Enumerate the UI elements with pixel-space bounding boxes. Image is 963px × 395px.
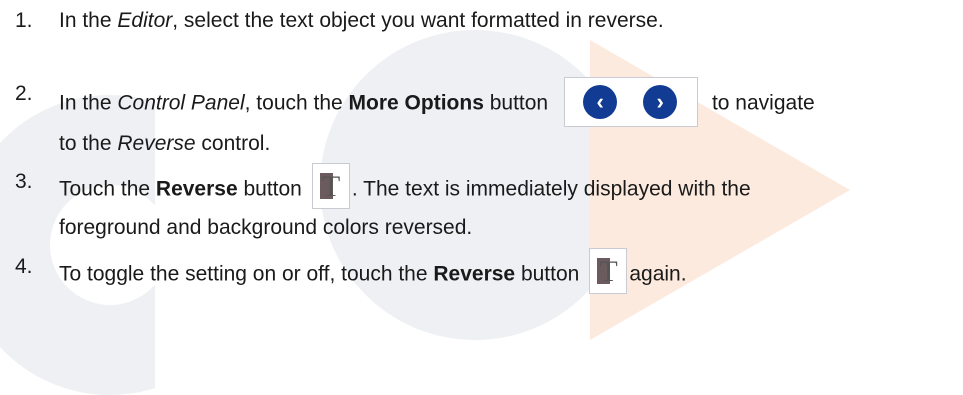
step-number: 2. bbox=[15, 82, 33, 105]
step-number: 3. bbox=[15, 170, 33, 193]
instruction-steps: 1. In the Editor, select the text object… bbox=[0, 0, 963, 323]
editor-term: Editor bbox=[117, 9, 173, 32]
step-text: In the Editor, select the text object yo… bbox=[59, 9, 664, 32]
reverse-button[interactable]: T bbox=[589, 248, 628, 294]
control-panel-term: Control Panel bbox=[117, 91, 245, 115]
chevron-right-icon[interactable]: › bbox=[643, 85, 678, 119]
reverse-button[interactable]: T bbox=[311, 163, 350, 209]
reverse-term: Reverse bbox=[117, 132, 196, 155]
reverse-term: Reverse bbox=[433, 262, 516, 286]
reverse-term: Reverse bbox=[155, 177, 238, 201]
more-options-term: More Options bbox=[348, 91, 484, 115]
step-number: 4. bbox=[15, 255, 33, 278]
chevron-left-icon[interactable]: ‹ bbox=[583, 85, 618, 119]
step-text: Touch the Reverse button T. The text is i… bbox=[59, 163, 751, 243]
step-text: To toggle the setting on or off, touch t… bbox=[59, 248, 687, 298]
step-number: 1. bbox=[15, 9, 33, 32]
step-text: In the Control Panel, touch the More Opt… bbox=[59, 77, 815, 159]
more-options-button[interactable]: ‹ › bbox=[564, 77, 699, 127]
